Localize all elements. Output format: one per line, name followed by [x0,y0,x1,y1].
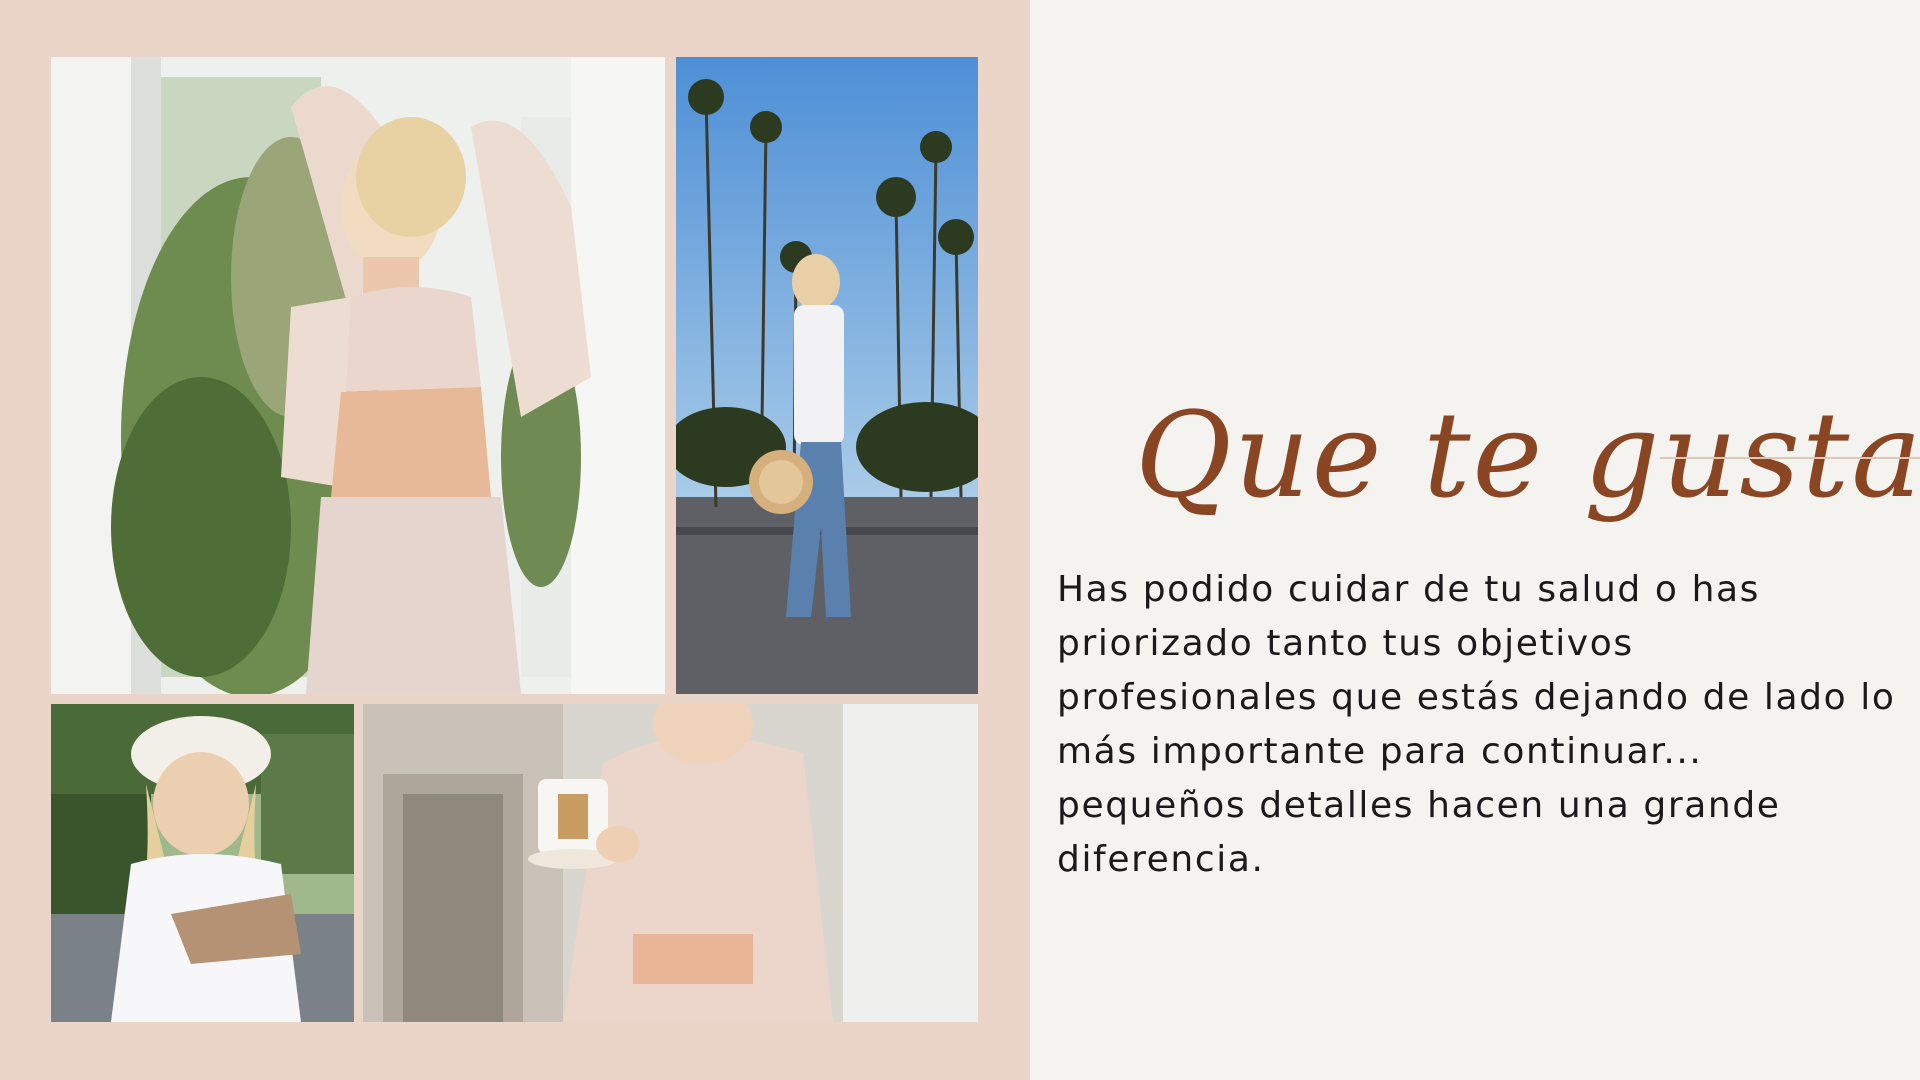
photo-window [51,57,665,694]
slide: Que te gusta? Has podido cuidar de tu sa… [0,0,1920,1080]
photo-hat [51,704,354,1022]
photo-mug [363,704,978,1022]
photo-collage-panel [0,0,1030,1080]
decorative-line [1660,457,1920,459]
photo-palms [676,57,978,694]
body-paragraph: Has podido cuidar de tu salud o has prio… [1057,569,1896,880]
heading: Que te gusta? [1135,386,1920,524]
